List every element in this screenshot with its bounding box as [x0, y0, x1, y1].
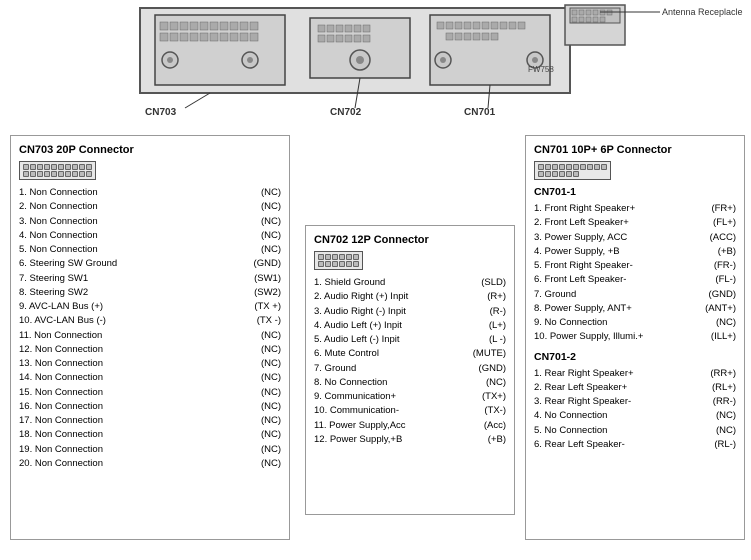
antenna-label: Antenna Receplacle	[662, 7, 743, 17]
table-row: 1. Non Connection(NC)	[19, 186, 281, 200]
cn701-1-pin-list: 1. Front Right Speaker+(FR+)2. Front Lef…	[534, 202, 736, 345]
table-row: 12. Power Supply,+B(+B)	[314, 433, 506, 447]
table-row: 3. Audio Right (-) Inpit(R-)	[314, 305, 506, 319]
table-row: 5. Audio Left (-) Inpit(L -)	[314, 333, 506, 347]
table-row: 3. Power Supply, ACC(ACC)	[534, 231, 736, 245]
table-row: 5. Front Right Speaker-(FR-)	[534, 259, 736, 273]
svg-text:CN702: CN702	[330, 107, 362, 118]
cn702-title: CN702 12P Connector	[314, 234, 506, 246]
table-row: 10. AVC-LAN Bus (-)(TX -)	[19, 314, 281, 328]
table-row: 3. Rear Right Speaker-(RR-)	[534, 395, 736, 409]
panel-cn702: CN702 12P Connector 1. Shield Ground(SLD…	[305, 225, 515, 515]
panel-cn701: CN701 10P+ 6P Connector CN701-1 1. Front…	[525, 135, 745, 540]
top-diagram: Antenna Receplacle CN703 CN702 CN701 FW7…	[0, 0, 751, 130]
table-row: 16. Non Connection(NC)	[19, 400, 281, 414]
cn702-icon	[314, 251, 506, 270]
table-row: 7. Ground(GND)	[534, 288, 736, 302]
svg-text:FW758: FW758	[528, 65, 554, 74]
table-row: 15. Non Connection(NC)	[19, 386, 281, 400]
cn701-title: CN701 10P+ 6P Connector	[534, 144, 736, 156]
table-row: 2. Front Left Speaker+(FL+)	[534, 216, 736, 230]
connector-svg: Antenna Receplacle CN703 CN702 CN701 FW7…	[0, 0, 751, 130]
table-row: 1. Rear Right Speaker+(RR+)	[534, 367, 736, 381]
table-row: 5. Non Connection(NC)	[19, 243, 281, 257]
table-row: 18. Non Connection(NC)	[19, 428, 281, 442]
table-row: 3. Non Connection(NC)	[19, 215, 281, 229]
table-row: 2. Rear Left Speaker+(RL+)	[534, 381, 736, 395]
table-row: 9. AVC-LAN Bus (+)(TX +)	[19, 300, 281, 314]
cn701-icon	[534, 161, 736, 180]
table-row: 9. No Connection(NC)	[534, 316, 736, 330]
table-row: 4. Non Connection(NC)	[19, 229, 281, 243]
table-row: 4. Power Supply, +B(+B)	[534, 245, 736, 259]
table-row: 17. Non Connection(NC)	[19, 414, 281, 428]
table-row: 9. Communication+(TX+)	[314, 390, 506, 404]
table-row: 5. No Connection(NC)	[534, 424, 736, 438]
cn703-pin-list: 1. Non Connection(NC)2. Non Connection(N…	[19, 186, 281, 471]
table-row: 4. No Connection(NC)	[534, 409, 736, 423]
table-row: 19. Non Connection(NC)	[19, 443, 281, 457]
table-row: 13. Non Connection(NC)	[19, 357, 281, 371]
table-row: 8. Power Supply, ANT+(ANT+)	[534, 302, 736, 316]
cn703-icon	[19, 161, 281, 180]
cn701-sub2-title: CN701-2	[534, 351, 736, 363]
table-row: 10. Communication-(TX-)	[314, 404, 506, 418]
table-row: 7. Ground(GND)	[314, 362, 506, 376]
svg-text:CN703: CN703	[145, 107, 177, 118]
table-row: 11. Power Supply,Acc(Acc)	[314, 419, 506, 433]
panel-cn703: CN703 20P Connector 1. Non Connection(NC…	[10, 135, 290, 540]
table-row: 6. Rear Left Speaker-(RL-)	[534, 438, 736, 452]
cn702-pin-list: 1. Shield Ground(SLD)2. Audio Right (+) …	[314, 276, 506, 447]
cn701-sub1-title: CN701-1	[534, 186, 736, 198]
table-row: 6. Mute Control(MUTE)	[314, 347, 506, 361]
cn701-2-pin-list: 1. Rear Right Speaker+(RR+)2. Rear Left …	[534, 367, 736, 453]
table-row: 1. Front Right Speaker+(FR+)	[534, 202, 736, 216]
table-row: 14. Non Connection(NC)	[19, 371, 281, 385]
table-row: 7. Steering SW1(SW1)	[19, 272, 281, 286]
table-row: 1. Shield Ground(SLD)	[314, 276, 506, 290]
table-row: 6. Front Left Speaker-(FL-)	[534, 273, 736, 287]
table-row: 4. Audio Left (+) Inpit(L+)	[314, 319, 506, 333]
table-row: 10. Power Supply, Illumi.+(ILL+)	[534, 330, 736, 344]
cn703-title: CN703 20P Connector	[19, 144, 281, 156]
table-row: 12. Non Connection(NC)	[19, 343, 281, 357]
table-row: 11. Non Connection(NC)	[19, 329, 281, 343]
table-row: 8. No Connection(NC)	[314, 376, 506, 390]
svg-text:CN701: CN701	[464, 107, 496, 118]
table-row: 8. Steering SW2(SW2)	[19, 286, 281, 300]
table-row: 20. Non Connection(NC)	[19, 457, 281, 471]
table-row: 2. Non Connection(NC)	[19, 200, 281, 214]
table-row: 6. Steering SW Ground(GND)	[19, 257, 281, 271]
panels-area: CN703 20P Connector 1. Non Connection(NC…	[0, 130, 751, 560]
table-row: 2. Audio Right (+) Inpit(R+)	[314, 290, 506, 304]
